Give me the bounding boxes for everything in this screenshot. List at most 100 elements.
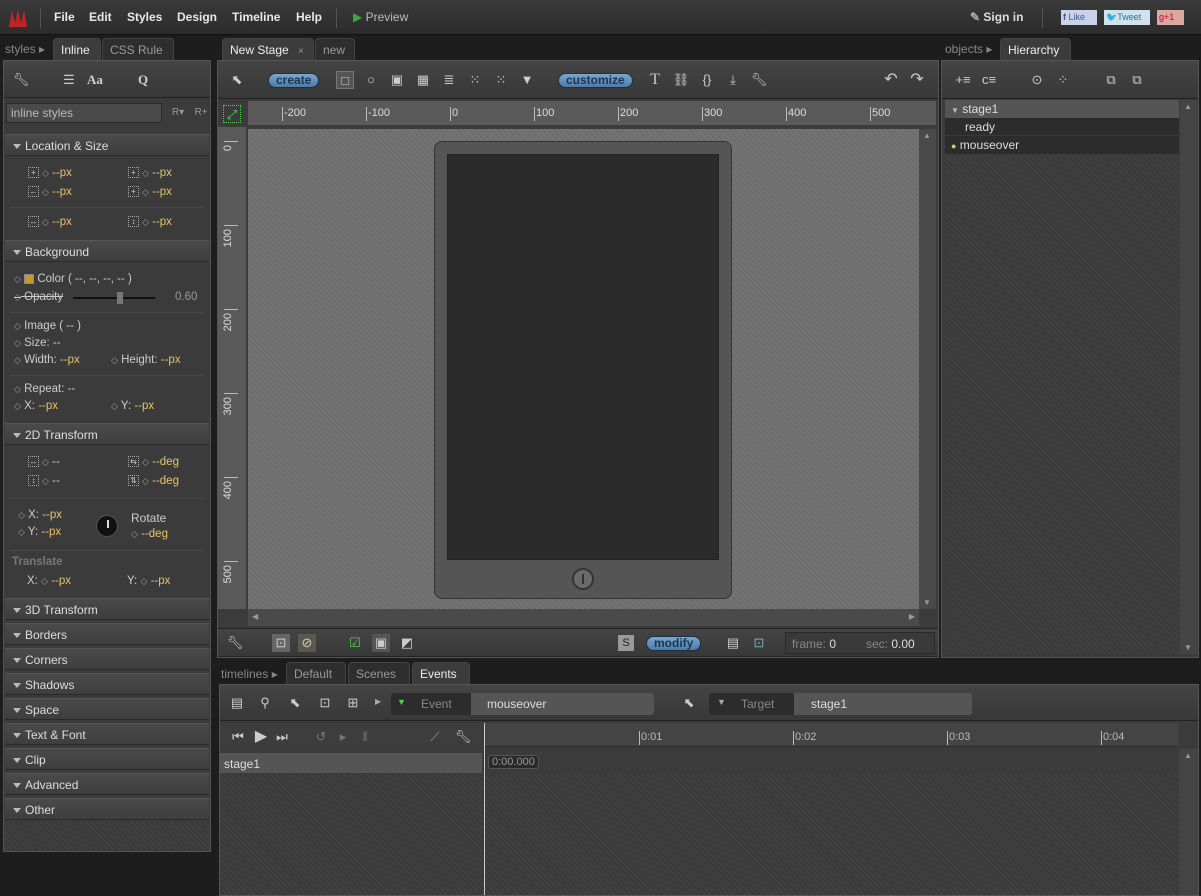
translate-x-field[interactable]: X: ◇ --px: [27, 575, 71, 587]
menu-edit[interactable]: Edit: [89, 10, 112, 24]
width-field[interactable]: ↔ ◇ --px: [28, 216, 72, 228]
media-tool-icon[interactable]: ▣: [388, 71, 406, 89]
color-swatch[interactable]: [24, 273, 35, 284]
add-snapshot-icon[interactable]: ⊡: [272, 634, 290, 652]
section-location-size[interactable]: Location & Size: [5, 134, 209, 156]
section-advanced[interactable]: Advanced: [5, 773, 209, 795]
select-tool-icon[interactable]: ⬉: [228, 71, 246, 89]
tab-new[interactable]: new: [315, 38, 355, 60]
section-other[interactable]: Other: [5, 798, 209, 820]
expand-icon[interactable]: ▶: [375, 697, 381, 706]
bg-repeat-field[interactable]: ◇ Repeat: --: [14, 383, 75, 395]
event-selector[interactable]: ▼ Event mouseover: [391, 693, 654, 715]
rectangle-tool-icon[interactable]: □: [336, 71, 354, 89]
distribute-icon[interactable]: ⁙: [466, 71, 484, 89]
origin-x-field[interactable]: ◇ X: --px: [18, 509, 62, 521]
bg-x-field[interactable]: ◇ X: --px: [14, 400, 58, 412]
vertical-scrollbar[interactable]: ▲ ▼: [919, 129, 936, 609]
menu-styles[interactable]: Styles: [127, 10, 162, 24]
height-field[interactable]: ↕ ◇ --px: [128, 216, 172, 228]
tree-item-stage1[interactable]: ▼ stage1: [945, 100, 1179, 118]
section-space[interactable]: Space: [5, 698, 209, 720]
new-doc-icon[interactable]: ▤: [228, 694, 246, 712]
hierarchy-icon[interactable]: ⊞: [344, 694, 362, 712]
tab-new-stage[interactable]: New Stage ×: [222, 38, 314, 60]
add-child-icon[interactable]: +≡: [954, 71, 972, 89]
copy-child-icon[interactable]: c≡: [980, 71, 998, 89]
distribute-reverse-icon[interactable]: ⁙: [492, 71, 510, 89]
top-field[interactable]: + ◇ --px: [28, 167, 72, 179]
bg-y-field[interactable]: ◇ Y: --px: [111, 400, 154, 412]
dropdown-tool-icon[interactable]: ▼: [518, 71, 536, 89]
timeline-scrollbar[interactable]: ▲: [1179, 749, 1198, 895]
bg-height-field[interactable]: ◇ Height: --px: [111, 354, 181, 366]
list-icon[interactable]: ☰: [60, 71, 78, 89]
code-braces-icon[interactable]: {}: [698, 71, 716, 89]
device-screen-icon[interactable]: ▣: [372, 634, 390, 652]
tab-default[interactable]: Default: [286, 662, 346, 684]
rows-tool-icon[interactable]: ≣: [440, 71, 458, 89]
device-check-icon[interactable]: ☑: [346, 634, 364, 652]
tab-css-rule[interactable]: CSS Rule: [102, 38, 174, 60]
step-icon[interactable]: ▸: [334, 728, 352, 746]
s-button[interactable]: S: [618, 635, 634, 651]
fit-stage-icon[interactable]: ⤢: [223, 105, 241, 123]
timeline-layer-stage1[interactable]: stage1: [220, 753, 482, 773]
menu-design[interactable]: Design: [177, 10, 217, 24]
play-icon[interactable]: ▶: [252, 728, 270, 746]
show-icon[interactable]: ⊙: [1028, 71, 1046, 89]
skip-end-icon[interactable]: ⏭︎: [273, 728, 291, 746]
tab-scenes[interactable]: Scenes: [348, 662, 410, 684]
section-text-font[interactable]: Text & Font: [5, 723, 209, 745]
opacity-slider[interactable]: [73, 292, 155, 304]
query-icon[interactable]: Q: [134, 71, 152, 89]
close-tab-icon[interactable]: ×: [298, 46, 304, 57]
create-button[interactable]: create: [268, 73, 320, 88]
easing-icon[interactable]: ⟋: [426, 728, 444, 746]
tree-item-mouseover[interactable]: ● mouseover: [945, 136, 1179, 154]
left-field[interactable]: ← ◇ --px: [28, 186, 72, 198]
target-picker-icon[interactable]: ⬉: [680, 694, 698, 712]
menu-timeline[interactable]: Timeline: [232, 10, 280, 24]
origin-y-field[interactable]: ◇ Y: --px: [18, 526, 61, 538]
section-clip[interactable]: Clip: [5, 748, 209, 770]
menu-file[interactable]: File: [54, 10, 75, 24]
undo-icon[interactable]: ↶: [882, 71, 900, 89]
bg-width-field[interactable]: ◇ Width: --px: [14, 354, 80, 366]
rotate-dial[interactable]: [96, 515, 118, 537]
bg-size-field[interactable]: ◇ Size: --: [14, 337, 61, 349]
section-corners[interactable]: Corners: [5, 648, 209, 670]
skew-y-field[interactable]: ⇅ ◇ --deg: [128, 475, 179, 487]
points-icon[interactable]: ⁘: [1054, 71, 1072, 89]
send-back-icon[interactable]: ⧉: [1128, 71, 1146, 89]
stage-canvas[interactable]: [248, 129, 919, 609]
circle-tool-icon[interactable]: ○: [362, 71, 380, 89]
bg-color-field[interactable]: ◇ Color ( --, --, --, -- ): [14, 273, 132, 285]
customize-button[interactable]: customize: [558, 73, 633, 88]
target-selector[interactable]: ▼ Target stage1: [709, 693, 972, 715]
pause-icon[interactable]: ‖: [356, 728, 374, 746]
redo-icon[interactable]: ↷: [908, 71, 926, 89]
stage1-element[interactable]: [447, 154, 719, 560]
rotate-field[interactable]: ◇ --deg: [131, 528, 168, 540]
link-icon[interactable]: ⛓: [672, 71, 690, 89]
skew-x-field[interactable]: ⇆ ◇ --deg: [128, 456, 179, 468]
section-3d-transform[interactable]: 3D Transform: [5, 598, 209, 620]
filter-rule-icon[interactable]: R▾: [169, 104, 187, 122]
focus-icon[interactable]: ⊡: [316, 694, 334, 712]
bottom-field[interactable]: + ◇ --px: [128, 167, 172, 179]
section-2d-transform[interactable]: 2D Transform: [5, 423, 209, 445]
section-background[interactable]: Background: [5, 240, 209, 262]
scale-x-field[interactable]: ↔ ◇ --: [28, 456, 60, 468]
add-list-icon[interactable]: ▤: [724, 634, 742, 652]
timeline-ruler[interactable]: 0:01 0:02 0:03 0:04: [484, 723, 1178, 747]
select-box-icon[interactable]: ⊡: [750, 634, 768, 652]
inline-styles-input[interactable]: [6, 103, 162, 123]
tab-events[interactable]: Events: [412, 662, 470, 684]
tab-inline[interactable]: Inline: [53, 38, 101, 60]
download-icon[interactable]: ⤓: [724, 71, 742, 89]
section-shadows[interactable]: Shadows: [5, 673, 209, 695]
text-tool-icon[interactable]: T: [646, 71, 664, 89]
preview-button[interactable]: ▶ Preview: [353, 10, 408, 24]
tree-item-ready[interactable]: ready: [945, 118, 1179, 136]
